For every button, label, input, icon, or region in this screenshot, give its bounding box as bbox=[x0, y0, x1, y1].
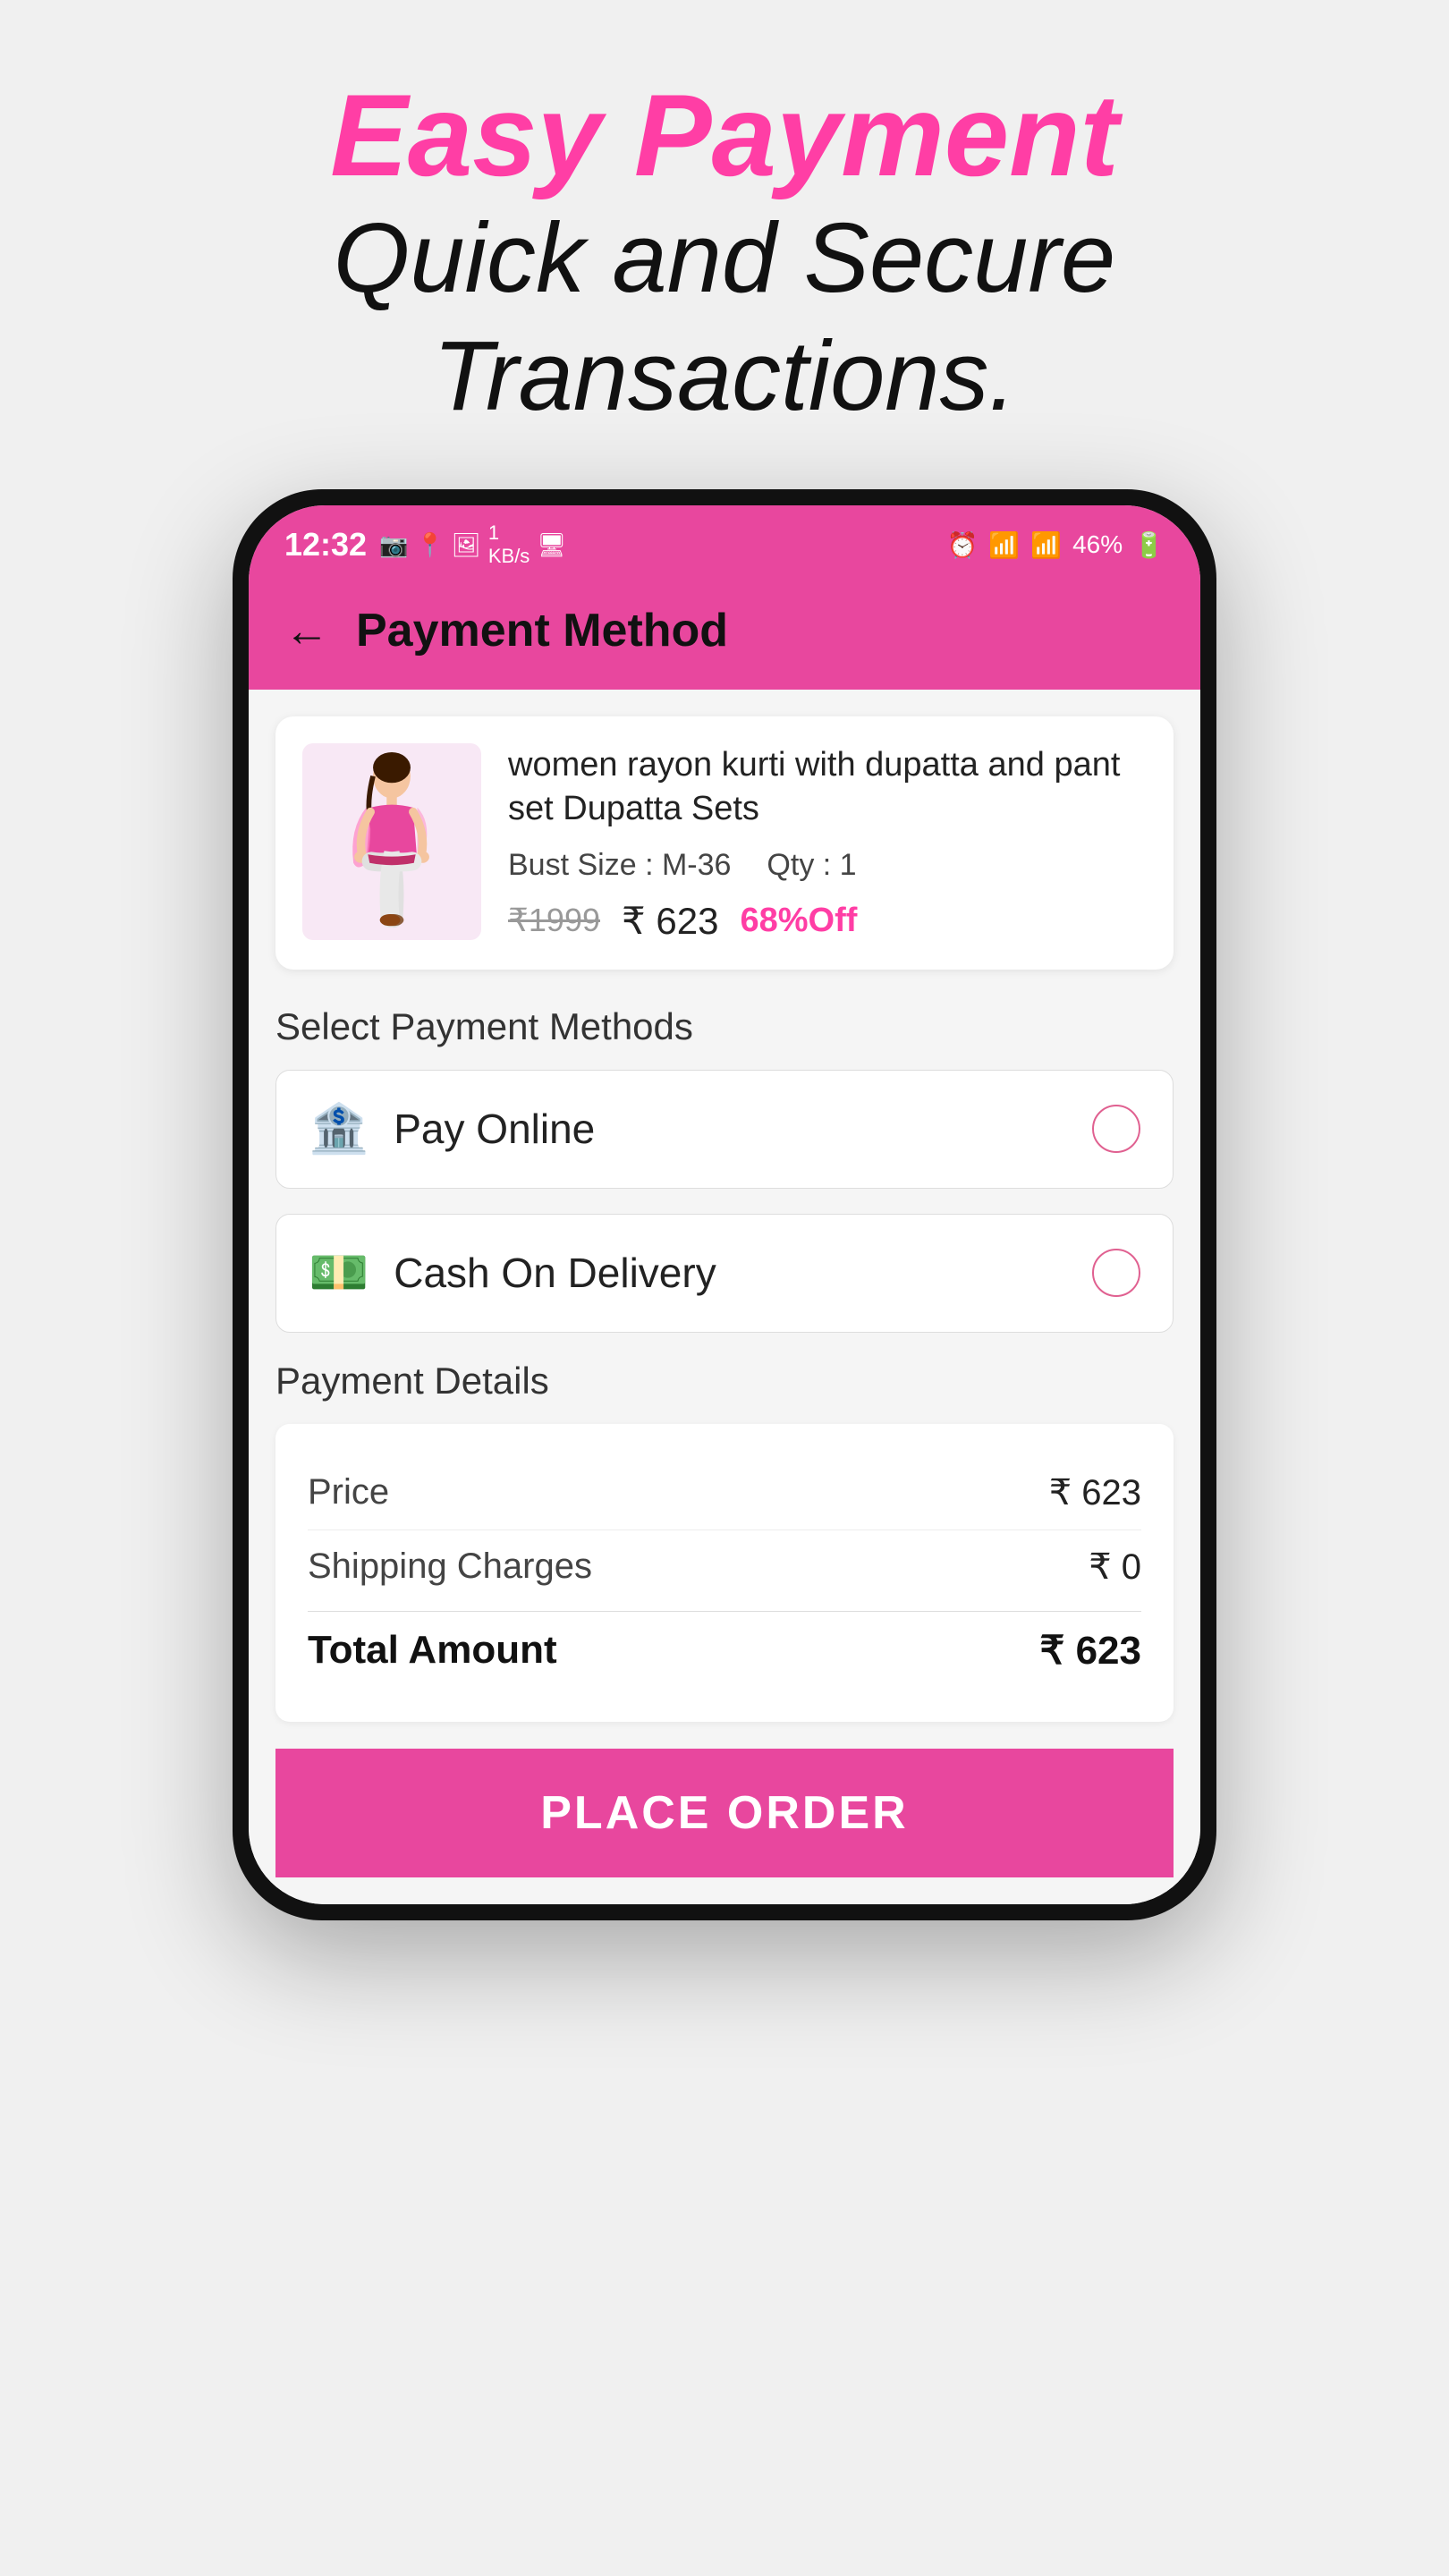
easy-payment-title: Easy Payment bbox=[330, 72, 1119, 199]
payment-details-title: Payment Details bbox=[275, 1360, 1174, 1402]
payment-details-card: Price ₹ 623 Shipping Charges ₹ 0 Total A… bbox=[275, 1424, 1174, 1722]
bust-size: Bust Size : M-36 bbox=[508, 848, 731, 883]
back-button[interactable]: ← bbox=[284, 605, 329, 657]
product-name: women rayon kurti with dupatta and pant … bbox=[508, 743, 1147, 832]
total-value: ₹ 623 bbox=[1039, 1628, 1141, 1674]
wifi-icon: 📶 bbox=[988, 530, 1020, 560]
image-icon: 🖼 bbox=[452, 531, 481, 559]
price-value: ₹ 623 bbox=[1049, 1472, 1141, 1513]
subtitle-line2: Transactions. bbox=[433, 321, 1016, 431]
location-icon: 📍 bbox=[415, 531, 444, 559]
total-row: Total Amount ₹ 623 bbox=[308, 1611, 1141, 1690]
phone-frame: 12:32 📷 📍 🖼 1KB/s 🖥 ⏰ 📶 📶 46% 🔋 ← Pa bbox=[233, 489, 1216, 1920]
quantity: Qty : 1 bbox=[767, 848, 856, 883]
bank-icon: 🏦 bbox=[309, 1101, 369, 1157]
product-card: women rayon kurti with dupatta and pant … bbox=[275, 716, 1174, 970]
product-price-row: ₹1999 ₹ 623 68%Off bbox=[508, 899, 1147, 943]
page-title-container: Easy Payment Quick and Secure Transactio… bbox=[330, 72, 1119, 436]
status-right: ⏰ 📶 📶 46% 🔋 bbox=[946, 530, 1165, 560]
payment-methods-title: Select Payment Methods bbox=[275, 1005, 1174, 1048]
price-label: Price bbox=[308, 1472, 389, 1513]
page-subtitle: Quick and Secure Transactions. bbox=[330, 199, 1119, 436]
product-info: women rayon kurti with dupatta and pant … bbox=[508, 743, 1147, 943]
product-meta: Bust Size : M-36 Qty : 1 bbox=[508, 848, 1147, 883]
original-price: ₹1999 bbox=[508, 902, 600, 939]
status-left: 12:32 📷 📍 🖼 1KB/s 🖥 bbox=[284, 521, 566, 568]
shipping-value: ₹ 0 bbox=[1089, 1546, 1141, 1588]
pay-online-radio[interactable] bbox=[1092, 1105, 1140, 1153]
shipping-row: Shipping Charges ₹ 0 bbox=[308, 1530, 1141, 1604]
subtitle-line1: Quick and Secure bbox=[334, 203, 1115, 313]
cash-on-delivery-option[interactable]: 💵 Cash On Delivery bbox=[275, 1214, 1174, 1333]
cash-icon: 💵 bbox=[309, 1245, 369, 1301]
status-icons: 📷 📍 🖼 1KB/s 🖥 bbox=[379, 521, 566, 568]
product-image bbox=[302, 743, 481, 940]
status-time: 12:32 bbox=[284, 526, 367, 564]
header-title: Payment Method bbox=[356, 604, 728, 657]
alarm-icon: ⏰ bbox=[946, 530, 978, 560]
app-header: ← Payment Method bbox=[249, 579, 1200, 690]
total-label: Total Amount bbox=[308, 1628, 557, 1673]
cod-left: 💵 Cash On Delivery bbox=[309, 1245, 716, 1301]
place-order-button[interactable]: PLACE ORDER bbox=[275, 1749, 1174, 1877]
cod-radio[interactable] bbox=[1092, 1249, 1140, 1297]
discount-badge: 68%Off bbox=[740, 902, 857, 940]
status-bar: 12:32 📷 📍 🖼 1KB/s 🖥 ⏰ 📶 📶 46% 🔋 bbox=[249, 505, 1200, 579]
battery-text: 46% bbox=[1072, 530, 1123, 559]
pay-online-option[interactable]: 🏦 Pay Online bbox=[275, 1070, 1174, 1189]
battery-icon: 🔋 bbox=[1133, 530, 1165, 560]
app-content: women rayon kurti with dupatta and pant … bbox=[249, 690, 1200, 1904]
discounted-price: ₹ 623 bbox=[622, 899, 718, 943]
pay-online-label: Pay Online bbox=[394, 1105, 595, 1153]
photo-icon: 📷 bbox=[379, 531, 408, 559]
signal-icon: 📶 bbox=[1030, 530, 1062, 560]
price-row: Price ₹ 623 bbox=[308, 1456, 1141, 1530]
shipping-label: Shipping Charges bbox=[308, 1546, 592, 1587]
data-speed-icon: 1KB/s bbox=[488, 521, 530, 568]
screen-icon: 🖥 bbox=[537, 531, 566, 559]
cod-label: Cash On Delivery bbox=[394, 1249, 716, 1297]
pay-online-left: 🏦 Pay Online bbox=[309, 1101, 595, 1157]
phone-inner: 12:32 📷 📍 🖼 1KB/s 🖥 ⏰ 📶 📶 46% 🔋 ← Pa bbox=[249, 505, 1200, 1904]
